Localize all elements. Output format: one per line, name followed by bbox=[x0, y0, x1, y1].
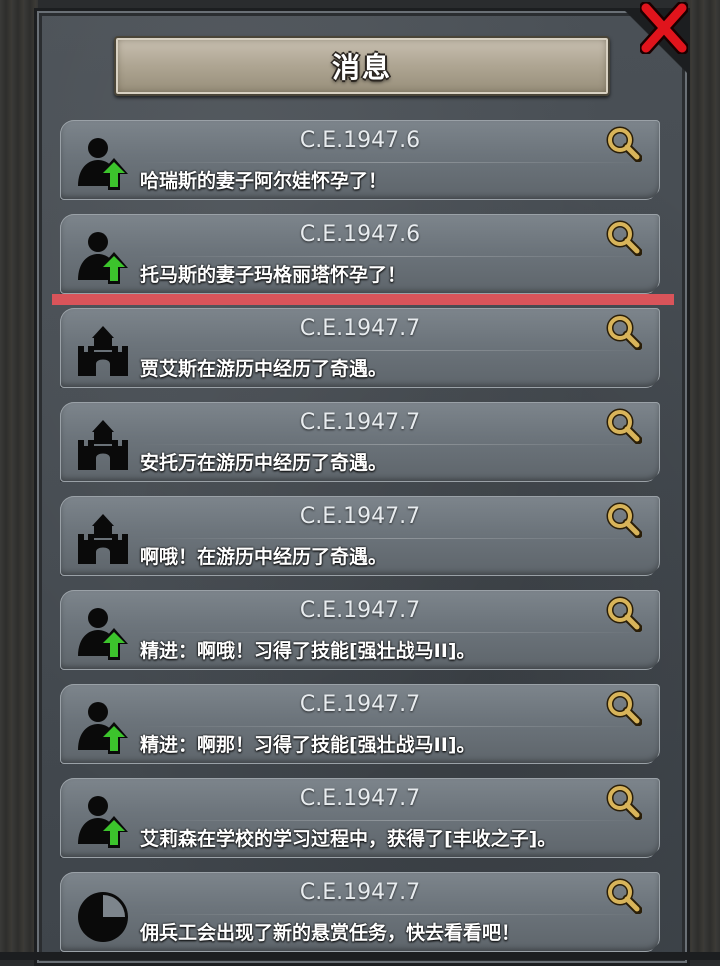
page-title: 消息 bbox=[331, 51, 392, 84]
message-date: C.E.1947.7 bbox=[299, 692, 421, 717]
message-divider bbox=[140, 914, 648, 915]
message-item[interactable]: C.E.1947.7 精进：啊那！习得了技能[强壮战马II]。 bbox=[60, 684, 660, 764]
message-date: C.E.1947.7 bbox=[299, 316, 421, 341]
magnifier-icon bbox=[606, 314, 642, 350]
bottom-edge bbox=[0, 952, 720, 960]
magnifier-icon bbox=[606, 126, 642, 162]
message-date: C.E.1947.7 bbox=[299, 504, 421, 529]
message-item[interactable]: C.E.1947.7 艾莉森在学校的学习过程中，获得了[丰收之子]。 bbox=[60, 778, 660, 858]
left-border-texture bbox=[0, 0, 38, 960]
message-item[interactable]: C.E.1947.6 托马斯的妻子玛格丽塔怀孕了！ bbox=[60, 214, 660, 294]
search-button[interactable] bbox=[606, 784, 642, 820]
message-divider bbox=[140, 820, 648, 821]
search-button[interactable] bbox=[606, 596, 642, 632]
message-text: 贾艾斯在游历中经历了奇遇。 bbox=[140, 358, 388, 380]
search-button[interactable] bbox=[606, 878, 642, 914]
message-list: C.E.1947.6 哈瑞斯的妻子阿尔娃怀孕了！ C.E.1947.6 托马斯的… bbox=[60, 120, 660, 960]
unread-separator-line bbox=[52, 294, 674, 305]
message-date: C.E.1947.7 bbox=[299, 786, 421, 811]
title-plate: 消息 bbox=[114, 36, 610, 96]
magnifier-icon bbox=[606, 596, 642, 632]
message-date: C.E.1947.7 bbox=[299, 880, 421, 905]
message-date: C.E.1947.6 bbox=[299, 222, 421, 247]
message-item[interactable]: C.E.1947.7 佣兵工会出现了新的悬赏任务，快去看看吧！ bbox=[60, 872, 660, 952]
message-item[interactable]: C.E.1947.7 安托万在游历中经历了奇遇。 bbox=[60, 402, 660, 482]
message-text: 托马斯的妻子玛格丽塔怀孕了！ bbox=[140, 264, 407, 286]
search-button[interactable] bbox=[606, 408, 642, 444]
search-button[interactable] bbox=[606, 502, 642, 538]
message-divider bbox=[140, 632, 648, 633]
magnifier-icon bbox=[606, 408, 642, 444]
message-text: 佣兵工会出现了新的悬赏任务，快去看看吧！ bbox=[140, 922, 521, 944]
close-button[interactable] bbox=[638, 0, 690, 56]
message-text: 精进：啊那！习得了技能[强壮战马II]。 bbox=[140, 734, 476, 756]
message-divider bbox=[140, 256, 648, 257]
message-date: C.E.1947.7 bbox=[299, 410, 421, 435]
message-text: 安托万在游历中经历了奇遇。 bbox=[140, 452, 388, 474]
message-item[interactable]: C.E.1947.7 啊哦！在游历中经历了奇遇。 bbox=[60, 496, 660, 576]
message-text: 哈瑞斯的妻子阿尔娃怀孕了！ bbox=[140, 170, 388, 192]
message-divider bbox=[140, 162, 648, 163]
message-item[interactable]: C.E.1947.6 哈瑞斯的妻子阿尔娃怀孕了！ bbox=[60, 120, 660, 200]
message-date: C.E.1947.7 bbox=[299, 598, 421, 623]
magnifier-icon bbox=[606, 784, 642, 820]
message-date: C.E.1947.6 bbox=[299, 128, 421, 153]
message-text: 艾莉森在学校的学习过程中，获得了[丰收之子]。 bbox=[140, 828, 557, 850]
message-item[interactable]: C.E.1947.7 贾艾斯在游历中经历了奇遇。 bbox=[60, 308, 660, 388]
magnifier-icon bbox=[606, 878, 642, 914]
message-text: 啊哦！在游历中经历了奇遇。 bbox=[140, 546, 388, 568]
message-divider bbox=[140, 444, 648, 445]
magnifier-icon bbox=[606, 502, 642, 538]
search-button[interactable] bbox=[606, 690, 642, 726]
close-icon bbox=[640, 2, 688, 54]
message-divider bbox=[140, 726, 648, 727]
magnifier-icon bbox=[606, 690, 642, 726]
message-item[interactable]: C.E.1947.7 精进：啊哦！习得了技能[强壮战马II]。 bbox=[60, 590, 660, 670]
search-button[interactable] bbox=[606, 314, 642, 350]
message-text: 精进：啊哦！习得了技能[强壮战马II]。 bbox=[140, 640, 476, 662]
search-button[interactable] bbox=[606, 126, 642, 162]
message-divider bbox=[140, 538, 648, 539]
message-divider bbox=[140, 350, 648, 351]
magnifier-icon bbox=[606, 220, 642, 256]
search-button[interactable] bbox=[606, 220, 642, 256]
